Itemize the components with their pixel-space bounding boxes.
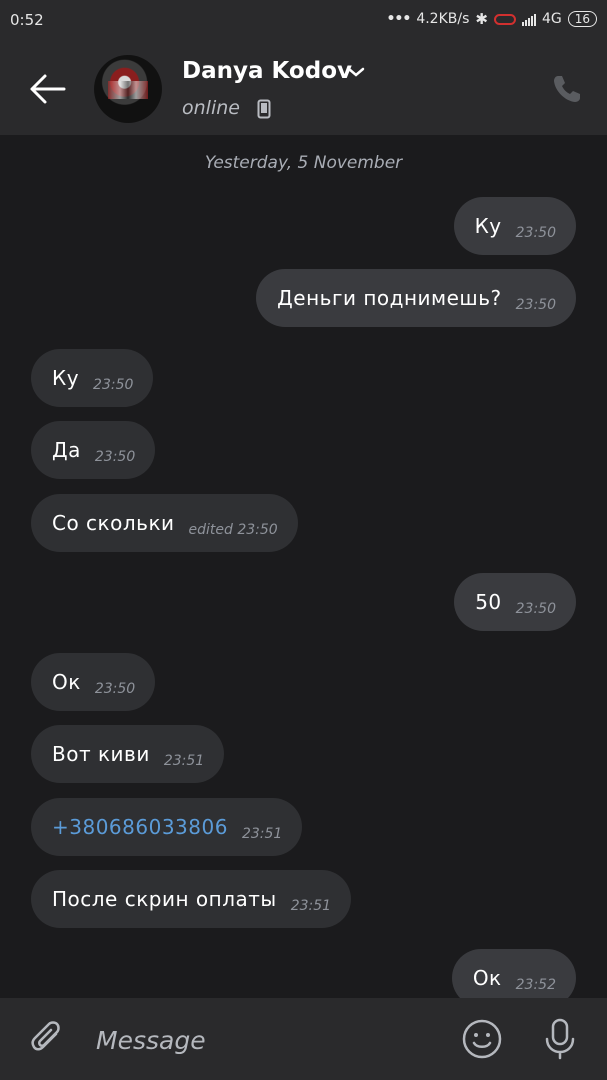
message-bubble-incoming[interactable]: Да 23:50 xyxy=(31,421,156,479)
message-text: Вот киви xyxy=(52,742,150,766)
emoji-icon[interactable] xyxy=(461,1018,503,1060)
paperclip-icon[interactable] xyxy=(30,1020,66,1060)
contact-status: online xyxy=(182,97,240,119)
message-text: После скрин оплаты xyxy=(52,887,277,911)
chat-header: Danya Kodov online xyxy=(0,42,607,135)
microphone-icon[interactable] xyxy=(540,1017,580,1061)
contact-name[interactable]: Danya Kodov xyxy=(182,58,352,84)
message-time: 23:50 xyxy=(94,449,136,465)
message-time: 23:50 xyxy=(515,225,556,241)
message-input[interactable] xyxy=(96,1020,436,1060)
avatar[interactable] xyxy=(94,55,162,123)
message-text: Ку xyxy=(52,366,80,390)
message-bubble-outgoing[interactable]: Ку 23:50 xyxy=(453,197,576,255)
message-time: 23:50 xyxy=(515,297,556,313)
message-time: 23:50 xyxy=(94,681,136,697)
phone-number-link[interactable]: +380686033806 xyxy=(52,815,228,839)
message-time: 23:50 xyxy=(515,601,556,617)
message-time: edited 23:50 xyxy=(188,522,278,538)
message-bubble-incoming[interactable]: Со скольки edited 23:50 xyxy=(31,494,298,552)
message-bubble-outgoing[interactable]: 50 23:50 xyxy=(454,573,576,631)
back-arrow-icon[interactable] xyxy=(28,72,68,106)
message-input-bar xyxy=(0,998,607,1080)
status-bar: 0:52 ••• 4.2KB/s ✱ 4G 16 xyxy=(0,0,607,42)
message-bubble-incoming[interactable]: +380686033806 23:51 xyxy=(31,798,303,856)
message-time: 23:51 xyxy=(290,898,332,914)
status-time: 0:52 xyxy=(10,11,44,29)
call-icon[interactable] xyxy=(550,72,584,106)
chevron-down-icon[interactable] xyxy=(345,64,367,80)
message-bubble-incoming[interactable]: Ку 23:50 xyxy=(31,349,154,407)
dots-icon: ••• xyxy=(386,11,411,27)
recording-icon xyxy=(493,13,516,25)
battery-icon: 16 xyxy=(567,11,597,27)
message-text: Ок xyxy=(52,670,81,694)
message-time: 23:51 xyxy=(241,826,283,842)
status-icons: ••• 4.2KB/s ✱ 4G 16 xyxy=(386,10,597,28)
message-text: Ку xyxy=(474,214,502,238)
message-bubble-incoming[interactable]: Ок 23:50 xyxy=(31,653,156,711)
message-text: Ок xyxy=(472,966,502,990)
message-text: Со скольки xyxy=(52,511,175,535)
message-time: 23:52 xyxy=(515,977,556,993)
date-separator: Yesterday, 5 November xyxy=(204,153,403,173)
signal-icon xyxy=(521,13,536,26)
message-bubble-outgoing[interactable]: Деньги поднимешь? 23:50 xyxy=(256,269,576,327)
message-time: 23:51 xyxy=(163,753,205,769)
message-text: Деньги поднимешь? xyxy=(277,286,502,310)
message-text: 50 xyxy=(475,590,502,614)
message-text: Да xyxy=(52,438,81,462)
message-list[interactable]: Yesterday, 5 November Ку 23:50 Деньги по… xyxy=(0,135,607,1007)
message-bubble-incoming[interactable]: Вот киви 23:51 xyxy=(31,725,225,783)
network-type: 4G xyxy=(541,11,562,27)
message-time: 23:50 xyxy=(93,377,134,393)
bluetooth-icon: ✱ xyxy=(475,10,488,28)
mobile-phone-icon xyxy=(257,99,271,119)
network-speed: 4.2KB/s xyxy=(416,11,470,27)
message-bubble-incoming[interactable]: После скрин оплаты 23:51 xyxy=(31,870,352,928)
